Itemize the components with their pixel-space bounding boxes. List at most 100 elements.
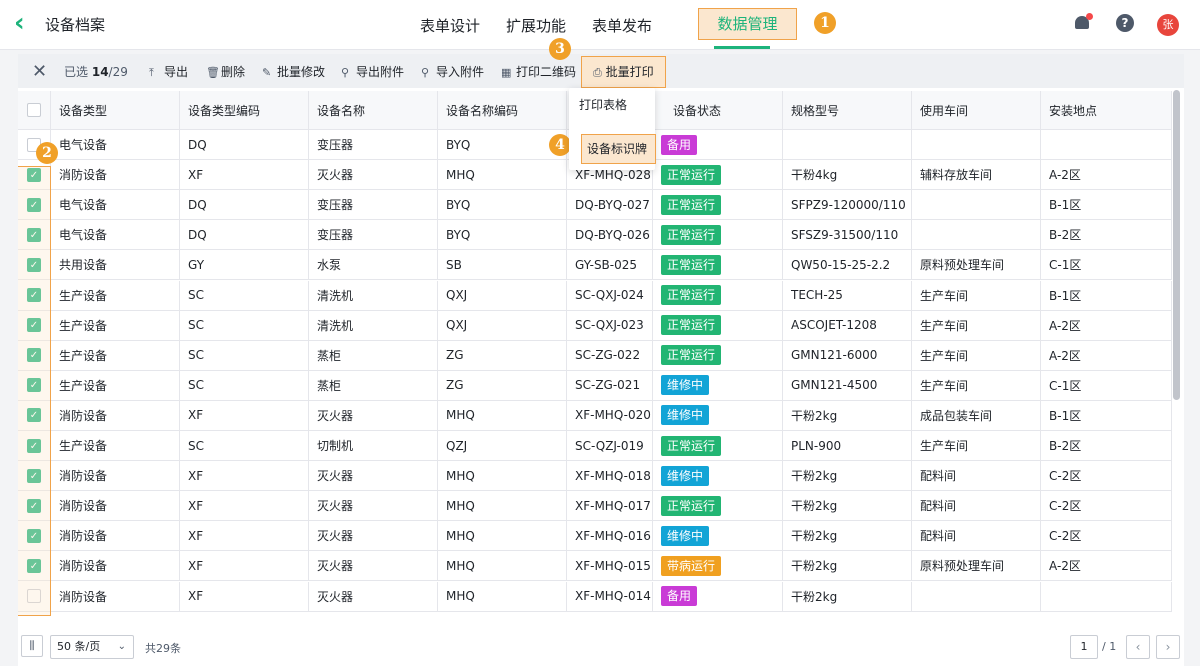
table-row[interactable]: ✓ 共用设备 GY 水泵 SB GY-SB-025 正常运行 QW50-15-25-2.2 原料…	[18, 250, 1172, 281]
menu-item-equipment-label[interactable]: 设备标识牌	[581, 134, 656, 164]
cell-spec: 干粉4kg	[783, 160, 912, 190]
row-checkbox[interactable]: ✓	[27, 438, 41, 453]
cell-type-code: SC	[180, 280, 309, 310]
table-row[interactable]: ✓ 生产设备 SC 蒸柜 ZG SC-ZG-022 正常运行 GMN121-6000 生产车间 A…	[18, 340, 1172, 371]
cell-workshop: 原料预处理车间	[912, 250, 1041, 280]
export-attachments-button[interactable]: ⚲ 导出附件	[341, 63, 404, 80]
help-icon[interactable]: ?	[1116, 14, 1134, 32]
status-badge: 带病运行	[661, 555, 722, 576]
row-checkbox[interactable]: ✓	[27, 378, 41, 393]
cell-location: A-2区	[1041, 551, 1172, 581]
total-count: 共29条	[145, 642, 181, 655]
col-header[interactable]: 使用车间	[912, 91, 1041, 129]
selection-toolbar: ✕ 已选 14/29 ⤒ 导出 🗑删除 ✎ 批量修改 ⚲ 导出附件 ⚲ 导入附件 ▦ 打印…	[18, 54, 1184, 88]
batch-edit-button[interactable]: ✎ 批量修改	[262, 63, 325, 80]
paperclip-icon: ⚲	[421, 66, 430, 79]
cell-name-code: BYQ	[438, 220, 567, 250]
row-checkbox[interactable]: ✓	[27, 167, 41, 182]
step-marker-4: 4	[549, 134, 571, 156]
status-cell: 备用	[653, 130, 783, 159]
table-row[interactable]: 消防设备 XF 灭火器 MHQ XF-MHQ-014 备用 干粉2kg	[18, 581, 1172, 612]
row-select-cell: ✓	[18, 280, 51, 310]
cell-spec	[783, 130, 912, 159]
table-row[interactable]: ✓ 生产设备 SC 切制机 QZJ SC-QZJ-019 正常运行 PLN-900 生产车间 B-…	[18, 431, 1172, 461]
row-checkbox[interactable]: ✓	[27, 288, 41, 302]
cell-workshop: 配料间	[912, 491, 1041, 521]
cell-name: 变压器	[309, 220, 438, 250]
cell-type: 生产设备	[51, 310, 180, 340]
nav-data-management[interactable]: 数据管理	[698, 8, 797, 40]
app-title: 设备档案	[45, 16, 106, 34]
import-attachments-button[interactable]: ⚲ 导入附件	[421, 63, 484, 80]
row-select-cell: ✓	[18, 400, 51, 430]
print-qr-button[interactable]: ▦ 打印二维码	[501, 63, 576, 80]
table-row[interactable]: ✓ 消防设备 XF 灭火器 MHQ XF-MHQ-017 正常运行 干粉2kg 配料间 C-2区	[18, 491, 1172, 522]
col-header[interactable]: 安装地点	[1041, 91, 1172, 129]
row-checkbox[interactable]: ✓	[27, 227, 41, 242]
table-row[interactable]: ✓ 电气设备 DQ 变压器 BYQ DQ-BYQ-026 正常运行 SFSZ9-31500/1…	[18, 220, 1172, 251]
menu-item-print-table[interactable]: 打印表格	[579, 96, 627, 113]
col-header[interactable]: 设备类型	[51, 91, 180, 129]
cell-workshop: 配料间	[912, 461, 1041, 491]
nav-form-design[interactable]: 表单设计	[420, 15, 480, 36]
row-checkbox[interactable]: ✓	[27, 468, 41, 483]
cell-workshop	[912, 220, 1041, 250]
table-row[interactable]: ✓ 消防设备 XF 灭火器 MHQ XF-MHQ-018 维修中 干粉2kg 配料间 C-2区	[18, 461, 1172, 492]
status-cell: 正常运行	[653, 310, 783, 340]
table-row[interactable]: ✓ 消防设备 XF 灭火器 MHQ XF-MHQ-015 带病运行 干粉2kg 原料预处理车间 A…	[18, 551, 1172, 582]
row-checkbox[interactable]: ✓	[27, 197, 41, 212]
export-button[interactable]: ⤒ 导出	[149, 63, 188, 80]
cell-type: 电气设备	[51, 130, 180, 159]
next-page-button[interactable]: ›	[1156, 635, 1180, 659]
page-input[interactable]: 1	[1070, 635, 1098, 659]
table-row[interactable]: ✓ 生产设备 SC 清洗机 QXJ SC-QXJ-023 正常运行 ASCOJET-1208 生…	[18, 310, 1172, 341]
col-header[interactable]: 设备类型编码	[180, 91, 309, 129]
status-cell: 维修中	[653, 461, 783, 491]
row-select-cell: ✓	[18, 250, 51, 280]
nav-extensions[interactable]: 扩展功能	[506, 15, 566, 36]
table-row[interactable]: ✓ 电气设备 DQ 变压器 BYQ DQ-BYQ-027 正常运行 SFPZ9-120000/…	[18, 190, 1172, 221]
col-header[interactable]: 设备名称	[309, 91, 438, 129]
close-icon[interactable]: ✕	[32, 61, 47, 82]
column-settings-icon[interactable]: ⫼	[21, 635, 43, 657]
row-checkbox[interactable]: ✓	[27, 318, 41, 333]
table-row[interactable]: ✓ 消防设备 XF 灭火器 MHQ XF-MHQ-020 维修中 干粉2kg 成品包装车间 B-1…	[18, 400, 1172, 431]
cell-spec: GMN121-6000	[783, 340, 912, 370]
row-checkbox[interactable]: ✓	[27, 348, 41, 363]
row-checkbox[interactable]: ✓	[27, 408, 41, 423]
row-checkbox[interactable]: ✓	[27, 528, 41, 543]
batch-print-button[interactable]: ⎙ 批量打印	[581, 56, 666, 88]
cell-workshop	[912, 190, 1041, 220]
step-marker-3: 3	[549, 38, 571, 60]
page-size-select[interactable]: 50 条/页 ⌄	[50, 635, 134, 659]
nav-form-publish[interactable]: 表单发布	[592, 15, 652, 36]
cell-name-code: QXJ	[438, 310, 567, 340]
prev-page-button[interactable]: ‹	[1126, 635, 1150, 659]
cell-spec: 干粉2kg	[783, 551, 912, 581]
table-row[interactable]: ✓ 生产设备 SC 清洗机 QXJ SC-QXJ-024 正常运行 TECH-25 生产车间 B-…	[18, 280, 1172, 311]
select-all-checkbox[interactable]	[27, 103, 41, 117]
col-header[interactable]: 设备名称编码	[438, 91, 567, 129]
status-badge: 维修中	[661, 405, 710, 426]
cell-name: 切制机	[309, 431, 438, 460]
edit-icon: ✎	[262, 66, 272, 79]
cell-location: A-2区	[1041, 310, 1172, 340]
cell-workshop	[912, 130, 1041, 159]
back-arrow-icon[interactable]: ‹	[14, 10, 34, 36]
delete-button[interactable]: 🗑删除	[206, 63, 245, 80]
status-cell: 备用	[653, 581, 783, 611]
col-header[interactable]: 设备状态	[653, 91, 783, 129]
vertical-scrollbar[interactable]	[1173, 90, 1180, 400]
cell-type-code: SC	[180, 370, 309, 400]
row-checkbox[interactable]: ✓	[27, 498, 41, 513]
row-checkbox[interactable]: ✓	[27, 558, 41, 573]
col-header[interactable]: 规格型号	[783, 91, 912, 129]
avatar[interactable]: 张	[1157, 14, 1179, 36]
row-checkbox[interactable]: ✓	[27, 257, 41, 272]
status-badge: 正常运行	[661, 495, 722, 516]
row-checkbox[interactable]	[27, 589, 41, 603]
bell-icon[interactable]	[1073, 13, 1093, 32]
status-cell: 维修中	[653, 400, 783, 430]
table-row[interactable]: ✓ 消防设备 XF 灭火器 MHQ XF-MHQ-016 维修中 干粉2kg 配料间 C-2区	[18, 521, 1172, 552]
table-row[interactable]: ✓ 生产设备 SC 蒸柜 ZG SC-ZG-021 维修中 GMN121-4500 生产车间 C-…	[18, 370, 1172, 401]
